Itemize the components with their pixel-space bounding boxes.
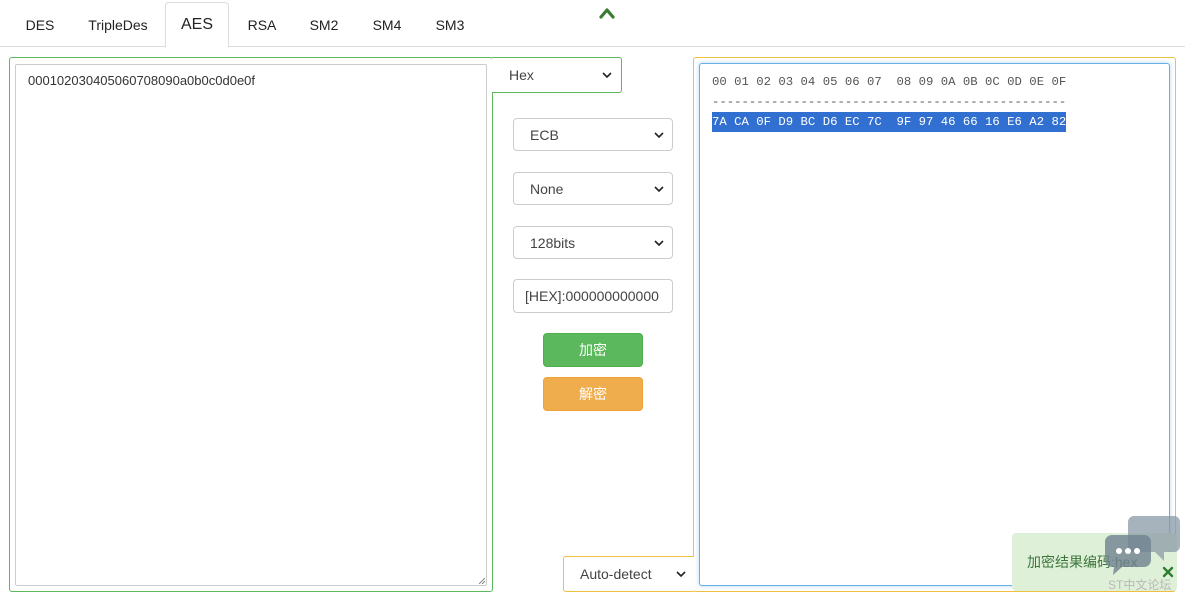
mode-select[interactable]: ECB — [513, 118, 673, 151]
tab-sm3[interactable]: SM3 — [426, 2, 474, 47]
input-encoding-select[interactable]: Hex — [493, 58, 620, 92]
chat-bubble-icon[interactable] — [1104, 513, 1181, 579]
tab-rsa[interactable]: RSA — [238, 2, 286, 47]
algorithm-tabs: DES TripleDes AES RSA SM2 SM4 SM3 — [0, 0, 1185, 48]
chat-caption: ST中文论坛 — [1108, 578, 1172, 592]
chevron-down-icon — [654, 131, 664, 138]
tab-sm2[interactable]: SM2 — [300, 2, 348, 47]
decrypt-button[interactable]: 解密 — [543, 377, 643, 411]
encrypt-button[interactable]: 加密 — [543, 333, 643, 367]
key-size-select[interactable]: 128bits — [513, 226, 673, 259]
key-input[interactable] — [513, 279, 673, 313]
hex-column-header: 00 01 02 03 04 05 06 07 08 09 0A 0B 0C 0… — [712, 75, 1067, 89]
plaintext-input[interactable]: 000102030405060708090a0b0c0d0e0f — [15, 64, 487, 586]
output-encoding-value: Auto-detect — [580, 566, 652, 582]
tab-des[interactable]: DES — [14, 2, 66, 47]
key-size-value: 128bits — [530, 234, 576, 251]
hex-data-row[interactable]: 7A CA 0F D9 BC D6 EC 7C 9F 97 46 66 16 E… — [712, 112, 1067, 132]
tab-sm4[interactable]: SM4 — [363, 2, 411, 47]
chevron-down-icon — [654, 239, 664, 246]
tab-tripledes[interactable]: TripleDes — [80, 2, 156, 47]
mode-value: ECB — [530, 126, 559, 143]
padding-select[interactable]: None — [513, 172, 673, 205]
hex-divider: ----------------------------------------… — [712, 95, 1067, 109]
chevron-up-icon[interactable] — [598, 6, 616, 20]
ciphertext-output[interactable]: 00 01 02 03 04 05 06 07 08 09 0A 0B 0C 0… — [699, 63, 1170, 586]
chevron-down-icon — [654, 185, 664, 192]
chevron-down-icon — [602, 72, 612, 78]
input-encoding-value: Hex — [509, 67, 534, 83]
output-encoding-select[interactable]: Auto-detect — [564, 557, 694, 591]
tab-aes[interactable]: AES — [165, 2, 229, 48]
resize-grip-icon[interactable] — [478, 577, 485, 584]
padding-value: None — [530, 180, 564, 197]
chevron-down-icon — [676, 571, 686, 577]
